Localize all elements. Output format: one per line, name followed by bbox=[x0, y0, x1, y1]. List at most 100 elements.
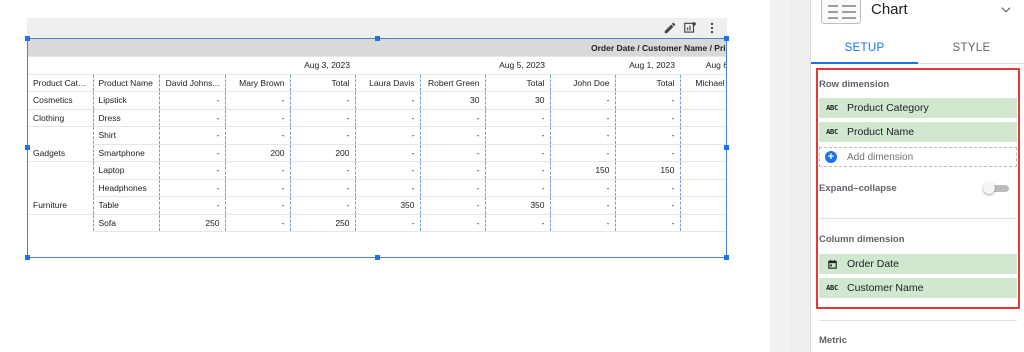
add-icon: + bbox=[825, 151, 837, 163]
table-cell: - bbox=[224, 196, 290, 215]
date-header-row: Aug 3, 2023 Aug 5, 2023 Aug 1, 2023Aug 6..… bbox=[28, 56, 726, 75]
column-header-cell[interactable]: Laura Davis bbox=[354, 74, 420, 92]
resize-handle-top[interactable] bbox=[375, 36, 380, 41]
chart-toolbar bbox=[27, 18, 727, 38]
table-cell: 30 bbox=[484, 91, 550, 110]
pencil-icon[interactable] bbox=[663, 21, 677, 35]
resize-handle-right[interactable] bbox=[724, 145, 729, 150]
dimension-name: Product Name bbox=[847, 126, 915, 138]
table-cell: Furniture bbox=[28, 196, 93, 215]
column-header-cell[interactable]: Product Name bbox=[92, 74, 159, 92]
date-header-cell: Aug 6... bbox=[680, 56, 726, 75]
table-cell: 250 bbox=[158, 214, 225, 232]
resize-handle-bottom-left[interactable] bbox=[25, 255, 30, 260]
table-cell bbox=[679, 109, 726, 127]
column-header-cell[interactable]: Total bbox=[484, 74, 550, 92]
tab-style[interactable]: STYLE bbox=[918, 32, 1024, 64]
column-header-cell[interactable]: Total bbox=[289, 74, 355, 92]
table-cell: - bbox=[354, 144, 420, 162]
date-header-cell: Aug 5, 2023 bbox=[485, 56, 550, 75]
dimension-name: Customer Name bbox=[847, 282, 924, 294]
text-type-icon: ABC bbox=[826, 104, 838, 112]
date-header-cell: Aug 3, 2023 bbox=[290, 56, 355, 75]
column-header-cell[interactable]: David Johns... bbox=[158, 74, 225, 92]
text-type-icon: ABC bbox=[826, 128, 838, 136]
resize-handle-bottom[interactable] bbox=[375, 255, 380, 260]
row-dimension-chip[interactable]: ABC Product Name bbox=[819, 122, 1017, 142]
table-cell: - bbox=[354, 109, 420, 127]
table-cell: 150 bbox=[549, 161, 615, 180]
table-cell: - bbox=[224, 214, 290, 232]
table-cell: 150 bbox=[614, 161, 680, 180]
chart-type-selector[interactable]: Chart bbox=[811, 0, 1024, 30]
column-header-cell[interactable]: Michael Cl bbox=[679, 74, 726, 92]
column-header-cell[interactable]: John Doe bbox=[549, 74, 615, 92]
row-dimension-label: Row dimension bbox=[819, 79, 890, 90]
column-header-title: Order Date / Customer Name / Price bbox=[28, 39, 726, 57]
tab-setup[interactable]: SETUP bbox=[811, 32, 918, 64]
table-cell: - bbox=[549, 91, 615, 110]
table-cell: 1 bbox=[679, 179, 726, 197]
table-cell: Cosmetics bbox=[28, 91, 93, 110]
table-row: Furniture Table - - -350-350- - bbox=[28, 196, 726, 215]
column-header-cell[interactable]: Mary Brown bbox=[224, 74, 290, 92]
table-cell: - bbox=[419, 179, 485, 197]
table-row: Sofa 250-250- - - - - bbox=[28, 214, 726, 232]
properties-panel: Chart SETUP STYLE Row dimension ABC Prod… bbox=[810, 0, 1024, 352]
resize-handle-left[interactable] bbox=[25, 145, 30, 150]
table-cell: - bbox=[614, 109, 680, 127]
table-cell: - bbox=[289, 91, 355, 110]
table-cell: - bbox=[484, 126, 550, 145]
panel-tabs: SETUP STYLE bbox=[811, 32, 1024, 64]
table-cell: - bbox=[549, 196, 615, 215]
table-cell: - bbox=[158, 161, 225, 180]
resize-handle-bottom-right[interactable] bbox=[724, 255, 729, 260]
date-header-cell bbox=[225, 56, 290, 75]
column-header-cell[interactable]: Product Cate... bbox=[28, 74, 93, 92]
more-vert-icon[interactable] bbox=[705, 21, 719, 35]
resize-handle-top-left[interactable] bbox=[25, 36, 30, 41]
add-dimension-button[interactable]: + Add dimension bbox=[819, 147, 1017, 167]
chart-settings-icon[interactable] bbox=[683, 21, 697, 35]
column-header-cell[interactable]: Robert Green bbox=[419, 74, 485, 92]
table-cell: Shirt bbox=[92, 126, 159, 145]
table-cell: 200 bbox=[289, 144, 355, 162]
metric-label: Metric bbox=[819, 335, 847, 346]
date-header-cell bbox=[550, 56, 615, 75]
table-row: Shirt - - - - - - - - bbox=[28, 126, 726, 145]
table-cell: - bbox=[289, 179, 355, 197]
table-cell: - bbox=[224, 126, 290, 145]
table-cell bbox=[679, 214, 726, 232]
table-cell: - bbox=[224, 91, 290, 110]
column-dimension-chip[interactable]: Order Date bbox=[819, 254, 1017, 274]
table-cell: - bbox=[224, 109, 290, 127]
table-chart-icon bbox=[821, 0, 861, 24]
text-type-icon: ABC bbox=[826, 284, 838, 292]
table-cell: - bbox=[419, 144, 485, 162]
table-cell: 250 bbox=[289, 214, 355, 232]
table-cell: 350 bbox=[354, 196, 420, 215]
toggle-knob[interactable] bbox=[983, 182, 995, 194]
table-cell bbox=[679, 126, 726, 145]
date-header-cell bbox=[355, 56, 420, 75]
table-cell: 200 bbox=[224, 144, 290, 162]
table-cell bbox=[679, 144, 726, 162]
table-cell: - bbox=[419, 214, 485, 232]
table-cell: - bbox=[158, 144, 225, 162]
table-cell: Headphones bbox=[92, 179, 159, 197]
table-cell: - bbox=[354, 214, 420, 232]
table-cell bbox=[679, 161, 726, 180]
table-cell: - bbox=[614, 91, 680, 110]
column-header-cell[interactable]: Total bbox=[614, 74, 680, 92]
resize-handle-top-right[interactable] bbox=[724, 36, 729, 41]
column-dimension-chip[interactable]: ABC Customer Name bbox=[819, 278, 1017, 298]
dimension-name: Product Category bbox=[847, 102, 929, 114]
row-dimension-chip[interactable]: ABC Product Category bbox=[819, 98, 1017, 118]
chevron-down-icon[interactable] bbox=[999, 3, 1013, 17]
table-cell: - bbox=[354, 179, 420, 197]
column-header-row: Product Cate... Product Name David Johns..… bbox=[28, 74, 726, 92]
pivot-table-chart[interactable]: Order Date / Customer Name / Price Aug 3… bbox=[25, 18, 729, 260]
table-cell: - bbox=[614, 126, 680, 145]
date-header-cell: Aug 1, 2023 bbox=[615, 56, 680, 75]
table-cell: - bbox=[549, 144, 615, 162]
